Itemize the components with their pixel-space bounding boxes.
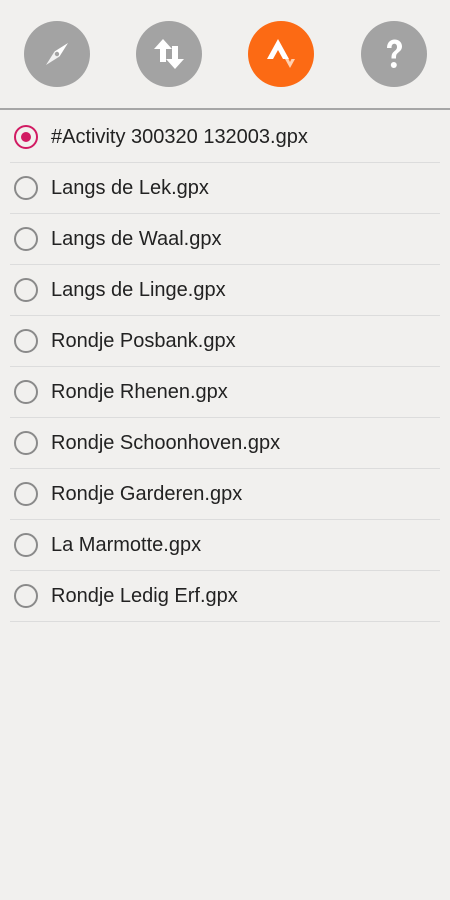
sync-arrows-icon [154, 39, 184, 69]
gpx-file-name: Langs de Waal.gpx [51, 227, 222, 250]
gpx-file-item[interactable]: Rondje Ledig Erf.gpx [10, 571, 440, 622]
gpx-file-name: Rondje Rhenen.gpx [51, 380, 228, 403]
radio-button[interactable] [14, 227, 38, 251]
sync-button[interactable] [136, 21, 202, 87]
gpx-file-item[interactable]: Langs de Lek.gpx [10, 163, 440, 214]
gpx-file-name: Langs de Linge.gpx [51, 278, 226, 301]
radio-button[interactable] [14, 380, 38, 404]
radio-button[interactable] [14, 125, 38, 149]
compass-icon [46, 43, 68, 65]
radio-button[interactable] [14, 176, 38, 200]
gpx-file-name: #Activity 300320 132003.gpx [51, 125, 308, 148]
compass-button[interactable] [24, 21, 90, 87]
gpx-file-item[interactable]: Rondje Rhenen.gpx [10, 367, 440, 418]
radio-button[interactable] [14, 329, 38, 353]
gpx-file-item[interactable]: Rondje Posbank.gpx [10, 316, 440, 367]
gpx-file-item[interactable]: Langs de Waal.gpx [10, 214, 440, 265]
gpx-file-name: Rondje Schoonhoven.gpx [51, 431, 281, 454]
radio-button[interactable] [14, 278, 38, 302]
toolbar [0, 0, 450, 110]
gpx-file-item[interactable]: Rondje Schoonhoven.gpx [10, 418, 440, 469]
gpx-file-item[interactable]: Rondje Garderen.gpx [10, 469, 440, 520]
gpx-file-name: Rondje Posbank.gpx [51, 329, 236, 352]
help-icon [387, 39, 402, 68]
gpx-file-item[interactable]: Langs de Linge.gpx [10, 265, 440, 316]
radio-button[interactable] [14, 482, 38, 506]
gpx-file-item[interactable]: La Marmotte.gpx [10, 520, 440, 571]
help-button[interactable] [361, 21, 427, 87]
radio-button[interactable] [14, 533, 38, 557]
strava-icon [267, 39, 295, 68]
gpx-file-name: Langs de Lek.gpx [51, 176, 209, 199]
gpx-file-list: #Activity 300320 132003.gpx Langs de Lek… [10, 112, 440, 622]
gpx-file-name: Rondje Ledig Erf.gpx [51, 584, 238, 607]
radio-button[interactable] [14, 431, 38, 455]
screen: #Activity 300320 132003.gpx Langs de Lek… [0, 0, 450, 900]
gpx-file-name: Rondje Garderen.gpx [51, 482, 243, 505]
strava-button[interactable] [248, 21, 314, 87]
gpx-file-name: La Marmotte.gpx [51, 533, 202, 556]
radio-button[interactable] [14, 584, 38, 608]
gpx-file-item[interactable]: #Activity 300320 132003.gpx [10, 112, 440, 163]
